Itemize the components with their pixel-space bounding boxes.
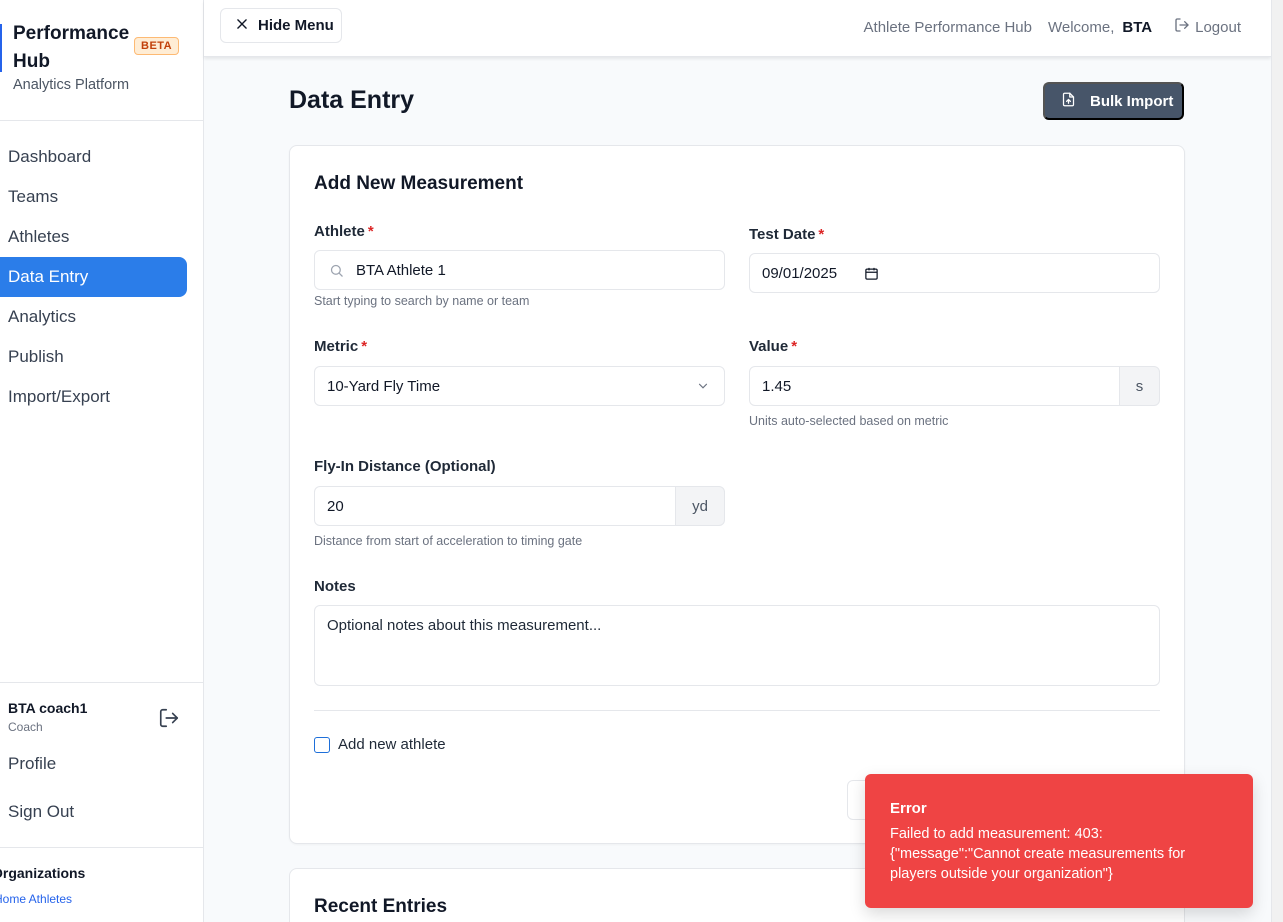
value-help: Units auto-selected based on metric bbox=[749, 414, 949, 428]
file-import-icon bbox=[1061, 91, 1076, 112]
calendar-icon[interactable] bbox=[864, 266, 879, 281]
error-toast[interactable]: Error Failed to add measurement: 403: {"… bbox=[865, 774, 1253, 908]
value-input[interactable]: 1.45 bbox=[749, 366, 1120, 406]
brand-header: Performance Hub BETA Analytics Platform bbox=[0, 0, 203, 121]
brand-title: Performance Hub bbox=[13, 23, 130, 72]
sidebar-nav: Dashboard Teams Athletes Data Entry Anal… bbox=[0, 137, 203, 417]
metric-label: Metric * bbox=[314, 338, 368, 355]
athlete-search-input[interactable]: BTA Athlete 1 bbox=[314, 250, 725, 290]
sidebar-item-dashboard[interactable]: Dashboard bbox=[0, 137, 187, 177]
bulk-import-label: Bulk Import bbox=[1090, 92, 1174, 110]
profile-link[interactable]: Profile bbox=[8, 754, 56, 774]
sidebar-item-analytics[interactable]: Analytics bbox=[0, 297, 187, 337]
form-divider bbox=[314, 710, 1160, 711]
value-label: Value * bbox=[749, 338, 798, 355]
chevron-down-icon bbox=[696, 379, 710, 393]
brand-accent-bar bbox=[0, 24, 2, 72]
welcome-label: Welcome, bbox=[1047, 18, 1115, 36]
fly-in-value: 20 bbox=[327, 497, 344, 515]
user-role: Coach bbox=[8, 720, 43, 734]
sidebar-item-athletes[interactable]: Athletes bbox=[0, 217, 187, 257]
organizations-title: Organizations bbox=[0, 865, 86, 881]
logout-icon[interactable] bbox=[158, 707, 180, 729]
toast-title: Error bbox=[890, 800, 927, 817]
fly-in-label: Fly-In Distance (Optional) bbox=[314, 458, 496, 475]
add-new-athlete-label[interactable]: Add new athlete bbox=[338, 736, 446, 753]
value-value: 1.45 bbox=[762, 377, 792, 395]
metric-select[interactable]: 10-Yard Fly Time bbox=[314, 366, 725, 406]
page-scrollbar[interactable] bbox=[1271, 0, 1283, 922]
recent-entries-title: Recent Entries bbox=[314, 896, 448, 917]
test-date-label: Test Date * bbox=[749, 226, 825, 243]
app-name: Athlete Performance Hub bbox=[863, 18, 1032, 36]
user-section: BTA coach1 Coach Profile Sign Out bbox=[0, 682, 203, 848]
fly-in-input[interactable]: 20 bbox=[314, 486, 676, 526]
sidebar: Performance Hub BETA Analytics Platform … bbox=[0, 0, 204, 922]
sidebar-item-data-entry[interactable]: Data Entry bbox=[0, 257, 187, 297]
test-date-input[interactable]: 09/01/2025 bbox=[749, 253, 1160, 293]
sign-out-link[interactable]: Sign Out bbox=[8, 802, 74, 822]
top-right-area: Athlete Performance Hub Welcome, BTA Log… bbox=[864, 17, 1241, 37]
notes-label: Notes bbox=[314, 578, 356, 595]
logout-button[interactable]: Logout bbox=[1174, 17, 1241, 37]
value-unit-addon: s bbox=[1119, 366, 1160, 406]
sidebar-item-teams[interactable]: Teams bbox=[0, 177, 187, 217]
test-date-value: 09/01/2025 bbox=[762, 264, 838, 282]
organizations-section: Organizations Home Athletes bbox=[0, 847, 203, 922]
toast-message: Failed to add measurement: 403: {"messag… bbox=[890, 826, 1186, 882]
search-icon bbox=[329, 263, 344, 278]
beta-badge: BETA bbox=[134, 37, 180, 55]
bulk-import-button[interactable]: Bulk Import bbox=[1043, 82, 1184, 120]
user-name: BTA coach1 bbox=[8, 700, 88, 716]
logout-icon bbox=[1174, 17, 1190, 37]
card-title: Add New Measurement bbox=[314, 173, 524, 194]
top-bar: Hide Menu Athlete Performance Hub Welcom… bbox=[204, 0, 1271, 57]
sidebar-item-publish[interactable]: Publish bbox=[0, 337, 187, 377]
hide-menu-button[interactable]: Hide Menu bbox=[220, 8, 342, 43]
fly-in-help: Distance from start of acceleration to t… bbox=[314, 534, 583, 548]
page-title: Data Entry bbox=[289, 86, 415, 114]
athlete-help: Start typing to search by name or team bbox=[314, 294, 530, 308]
athlete-value: BTA Athlete 1 bbox=[356, 261, 446, 279]
add-new-athlete-checkbox[interactable] bbox=[314, 737, 330, 753]
sidebar-item-import-export[interactable]: Import/Export bbox=[0, 377, 187, 417]
logout-label: Logout bbox=[1195, 18, 1241, 36]
username: BTA bbox=[1122, 18, 1153, 36]
athlete-label: Athlete * bbox=[314, 223, 374, 240]
hide-menu-label: Hide Menu bbox=[258, 17, 334, 34]
brand-subtitle: Analytics Platform bbox=[13, 77, 130, 93]
notes-textarea[interactable]: Optional notes about this measurement... bbox=[314, 605, 1160, 686]
close-icon bbox=[235, 17, 249, 35]
organization-link[interactable]: Home Athletes bbox=[0, 892, 72, 906]
fly-in-unit-addon: yd bbox=[675, 486, 725, 526]
metric-value: 10-Yard Fly Time bbox=[327, 377, 441, 395]
